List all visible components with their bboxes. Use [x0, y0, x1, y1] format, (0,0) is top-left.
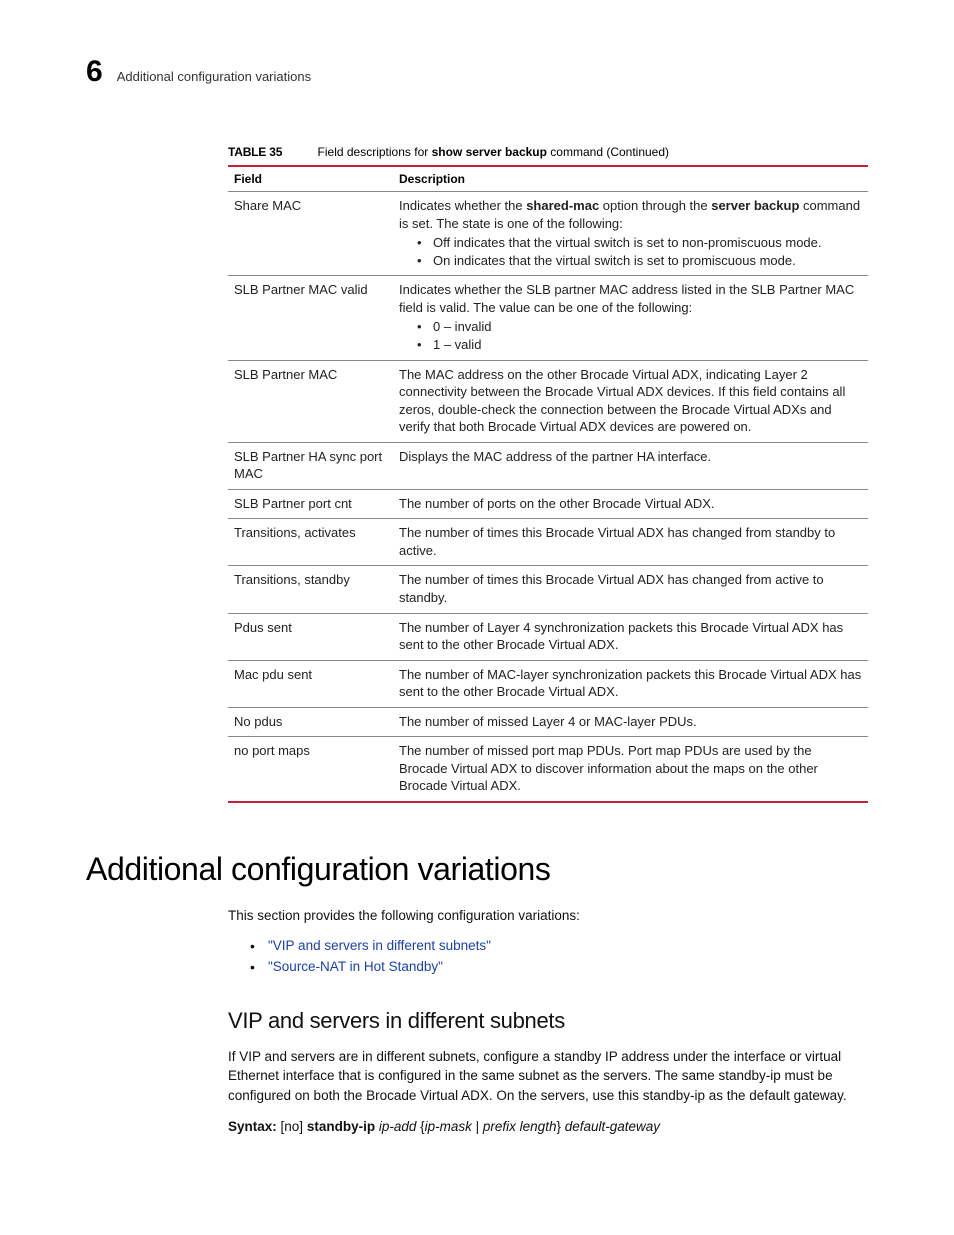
bullet-list: 0 – invalid 1 – valid [399, 318, 862, 353]
field-description-table: Field Description Share MAC Indicates wh… [228, 165, 868, 803]
xref-link[interactable]: "Source-NAT in Hot Standby" [268, 959, 443, 974]
text: Indicates whether the [399, 198, 526, 213]
field-name: Mac pdu sent [228, 660, 393, 707]
field-name: SLB Partner port cnt [228, 489, 393, 519]
col-header-description: Description [393, 166, 868, 192]
field-desc: The number of ports on the other Brocade… [393, 489, 868, 519]
syntax-arg: prefix length [483, 1119, 557, 1134]
table-label: TABLE 35 [228, 145, 282, 159]
text: } [556, 1119, 564, 1134]
list-item: On indicates that the virtual switch is … [417, 252, 862, 270]
field-desc: The MAC address on the other Brocade Vir… [393, 360, 868, 442]
table-row: Mac pdu sent The number of MAC-layer syn… [228, 660, 868, 707]
table-row: Pdus sent The number of Layer 4 synchron… [228, 613, 868, 660]
table-header-row: Field Description [228, 166, 868, 192]
table-row: Share MAC Indicates whether the shared-m… [228, 192, 868, 276]
table-row: SLB Partner HA sync port MAC Displays th… [228, 442, 868, 489]
field-desc: Indicates whether the shared-mac option … [393, 192, 868, 276]
field-name: Share MAC [228, 192, 393, 276]
bold-term: server backup [711, 198, 799, 213]
chapter-number: 6 [86, 55, 103, 89]
field-name: Transitions, activates [228, 519, 393, 566]
list-item: 1 – valid [417, 336, 862, 354]
text: | [472, 1119, 483, 1134]
field-name: No pdus [228, 707, 393, 737]
table-row: Transitions, activates The number of tim… [228, 519, 868, 566]
field-desc: The number of MAC-layer synchronization … [393, 660, 868, 707]
xref-link[interactable]: "VIP and servers in different subnets" [268, 938, 491, 953]
field-name: Transitions, standby [228, 566, 393, 613]
table-row: SLB Partner MAC The MAC address on the o… [228, 360, 868, 442]
field-name: Pdus sent [228, 613, 393, 660]
section-body: This section provides the following conf… [228, 906, 868, 1137]
table-35: TABLE 35 Field descriptions for show ser… [228, 145, 868, 803]
syntax-arg: default-gateway [565, 1119, 660, 1134]
text: [no] [277, 1119, 307, 1134]
running-head: Additional configuration variations [117, 69, 311, 84]
bullet-list: Off indicates that the virtual switch is… [399, 234, 862, 269]
subsection-heading: VIP and servers in different subnets [228, 1005, 868, 1037]
syntax-arg: ip-add [375, 1119, 416, 1134]
field-desc: The number of Layer 4 synchronization pa… [393, 613, 868, 660]
syntax-arg: ip-mask [425, 1119, 472, 1134]
table-caption: TABLE 35 Field descriptions for show ser… [228, 145, 868, 159]
list-item: "Source-NAT in Hot Standby" [250, 957, 868, 977]
field-name: no port maps [228, 737, 393, 802]
list-item: Off indicates that the virtual switch is… [417, 234, 862, 252]
text: { [416, 1119, 424, 1134]
field-desc: Displays the MAC address of the partner … [393, 442, 868, 489]
table-row: SLB Partner port cnt The number of ports… [228, 489, 868, 519]
table-row: No pdus The number of missed Layer 4 or … [228, 707, 868, 737]
field-desc: The number of missed Layer 4 or MAC-laye… [393, 707, 868, 737]
field-name: SLB Partner HA sync port MAC [228, 442, 393, 489]
table-row: no port maps The number of missed port m… [228, 737, 868, 802]
bold-term: shared-mac [526, 198, 599, 213]
text: Indicates whether the SLB partner MAC ad… [399, 282, 854, 315]
toc-link-list: "VIP and servers in different subnets" "… [228, 936, 868, 977]
list-item: "VIP and servers in different subnets" [250, 936, 868, 956]
caption-command: show server backup [432, 145, 547, 159]
field-name: SLB Partner MAC [228, 360, 393, 442]
intro-paragraph: This section provides the following conf… [228, 906, 868, 926]
page-header: 6 Additional configuration variations [86, 55, 868, 89]
text: option through the [599, 198, 711, 213]
table-row: SLB Partner MAC valid Indicates whether … [228, 276, 868, 360]
caption-pre: Field descriptions for [318, 145, 432, 159]
list-item: 0 – invalid [417, 318, 862, 336]
syntax-line: Syntax: [no] standby-ip ip-add {ip-mask … [228, 1117, 868, 1137]
field-desc: The number of times this Brocade Virtual… [393, 566, 868, 613]
syntax-label: Syntax: [228, 1119, 277, 1134]
paragraph: If VIP and servers are in different subn… [228, 1047, 868, 1106]
field-name: SLB Partner MAC valid [228, 276, 393, 360]
syntax-keyword: standby-ip [307, 1119, 375, 1134]
section-heading: Additional configuration variations [86, 851, 868, 888]
col-header-field: Field [228, 166, 393, 192]
field-desc: The number of times this Brocade Virtual… [393, 519, 868, 566]
caption-post: command (Continued) [547, 145, 669, 159]
table-row: Transitions, standby The number of times… [228, 566, 868, 613]
field-desc: Indicates whether the SLB partner MAC ad… [393, 276, 868, 360]
field-desc: The number of missed port map PDUs. Port… [393, 737, 868, 802]
